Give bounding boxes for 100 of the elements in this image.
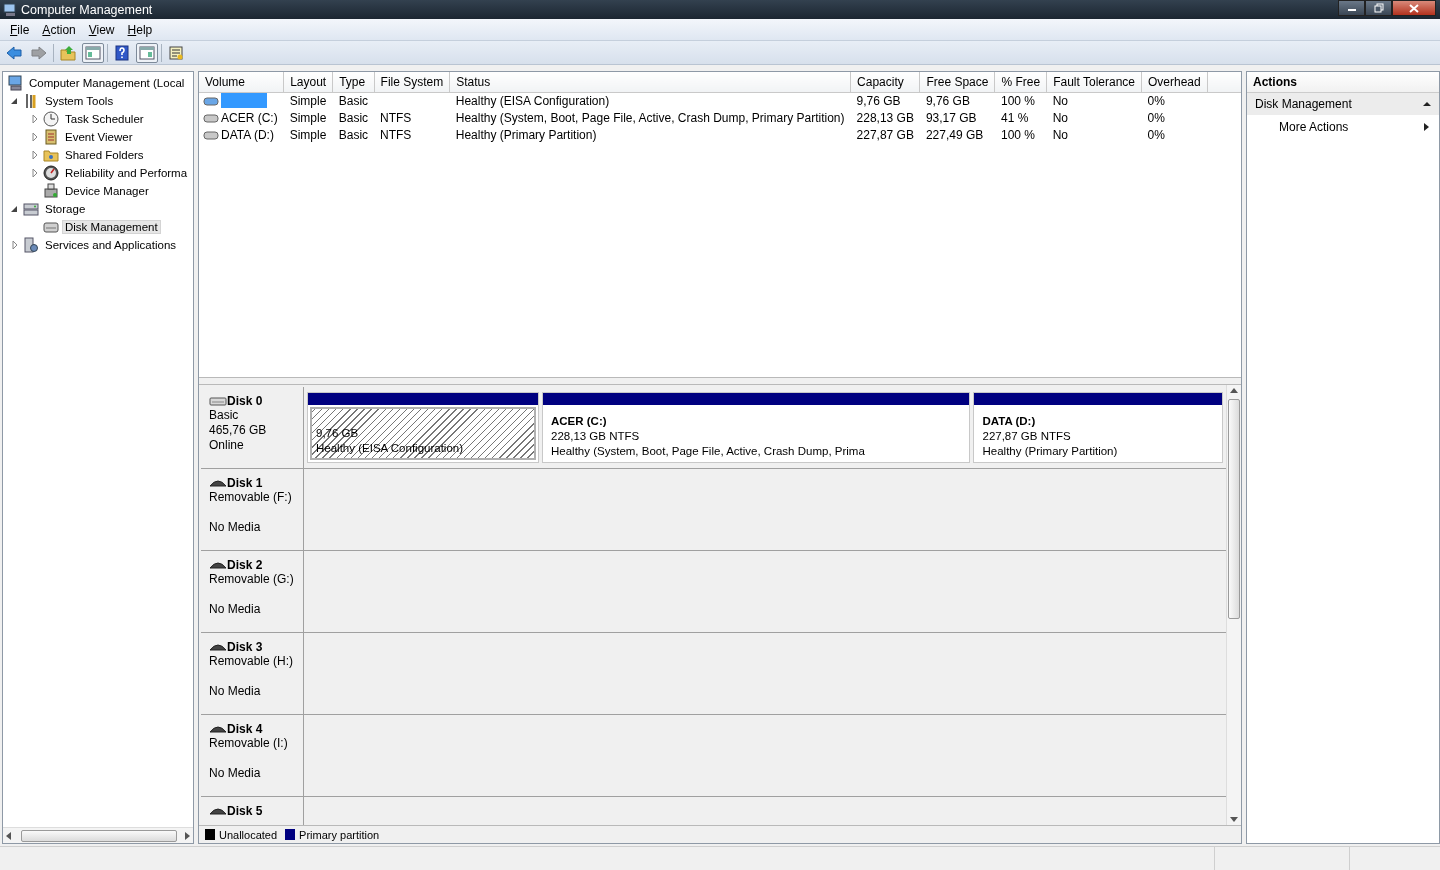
partition-name: DATA (D:): [982, 414, 1037, 429]
computer-icon: [7, 75, 23, 91]
scroll-up-arrow-icon[interactable]: [1230, 388, 1238, 393]
close-button[interactable]: [1392, 0, 1436, 16]
table-cell-text: 228,13 GB: [855, 109, 915, 126]
column-header[interactable]: Volume: [199, 72, 284, 92]
table-cell: Simple: [283, 92, 333, 109]
tree-item[interactable]: Task Scheduler: [62, 112, 147, 126]
table-cell-text: 0%: [1146, 126, 1166, 143]
partition-size: 228,13 GB NTFS: [551, 429, 641, 444]
restore-icon[interactable]: [1373, 3, 1384, 13]
menu-item[interactable]: Help: [121, 20, 159, 39]
collapse-arrow-icon[interactable]: [1423, 101, 1431, 107]
action-section[interactable]: Disk Management: [1247, 93, 1439, 115]
scroll-left-arrow-icon[interactable]: [6, 831, 11, 840]
table-cell: ACER (C:): [221, 110, 278, 125]
table-cell-text: 227,87 GB: [855, 126, 915, 143]
removable-drive-icon: [209, 724, 227, 734]
tree-item[interactable]: Shared Folders: [62, 148, 147, 162]
services-icon: [23, 237, 39, 253]
column-header[interactable]: Capacity: [850, 72, 920, 92]
forward-arrow-icon: [31, 44, 47, 61]
disk-name: Disk 0: [227, 394, 263, 408]
tree-item[interactable]: Disk Management: [62, 220, 161, 234]
removable-drive-icon: [209, 560, 227, 570]
column-header[interactable]: Overhead: [1141, 72, 1208, 92]
horizontal-scrollbar[interactable]: [3, 827, 193, 843]
panel-icon: [85, 44, 101, 61]
partition-size: 9,76 GB: [316, 426, 360, 441]
table-cell-text: Simple: [288, 126, 328, 143]
disk-status: No Media: [209, 766, 262, 781]
tree-item[interactable]: Computer Management (Local: [26, 76, 188, 90]
disk-type: Removable (I:): [209, 736, 289, 751]
column-header[interactable]: % Free: [994, 72, 1047, 92]
drive-icon: [203, 94, 219, 107]
column-header[interactable]: Status: [449, 72, 851, 92]
partition-size: 227,87 GB NTFS: [982, 429, 1072, 444]
table-cell: No: [1046, 92, 1142, 109]
folder-up-icon: [60, 44, 76, 61]
column-header[interactable]: Layout: [283, 72, 333, 92]
scroll-right-arrow-icon[interactable]: [185, 831, 190, 840]
partition-name: ACER (C:): [551, 414, 608, 429]
disk-type: Removable (G:): [209, 572, 295, 587]
toolbar-button[interactable]: [136, 42, 158, 63]
partition-status: Healthy (System, Boot, Page File, Active, Crash Dump, Prima: [551, 444, 866, 459]
disk-name: Disk 5: [227, 804, 263, 818]
vertical-scrollbar[interactable]: [1226, 385, 1241, 825]
tree-item[interactable]: Reliability and Performa: [62, 166, 191, 180]
log-icon: [43, 129, 59, 145]
tree-item[interactable]: System Tools: [42, 94, 117, 108]
tree-item[interactable]: Event Viewer: [62, 130, 136, 144]
tree-item[interactable]: Device Manager: [62, 184, 152, 198]
drive-icon: [203, 128, 219, 141]
tree-item[interactable]: Services and Applications: [42, 238, 180, 252]
panel-icon: [139, 44, 155, 61]
table-cell-text: 0%: [1146, 109, 1166, 126]
partition-status: Healthy (EISA Configuration): [316, 441, 465, 456]
disk-size: 465,76 GB: [209, 423, 268, 438]
table-cell-text: 93,17 GB: [924, 109, 978, 126]
disk-name: Disk 2: [227, 558, 263, 572]
menu-item[interactable]: View: [82, 20, 121, 39]
column-header[interactable]: Fault Tolerance: [1046, 72, 1142, 92]
table-cell-text: No: [1051, 126, 1069, 143]
partition-block[interactable]: ACER (C:) 228,13 GB NTFS Healthy (System, Boot, Page File, Active, Crash Dump, Prima: [542, 392, 971, 463]
gauge-icon: [43, 165, 59, 181]
menu-item[interactable]: File: [4, 20, 36, 39]
tree-item[interactable]: Storage: [42, 202, 89, 216]
table-cell: 9,76 GB: [850, 92, 920, 109]
action-item[interactable]: More Actions: [1247, 115, 1439, 139]
table-cell: Healthy (EISA Configuration): [449, 92, 851, 109]
close-icon[interactable]: [1409, 3, 1419, 13]
column-header[interactable]: File System: [374, 72, 450, 92]
table-cell-text: Healthy (Primary Partition): [454, 126, 598, 143]
minimize-button[interactable]: [1338, 0, 1365, 16]
submenu-arrow-icon: [1424, 123, 1429, 131]
scroll-down-arrow-icon[interactable]: [1230, 817, 1238, 822]
partition-status: Healthy (Primary Partition): [982, 444, 1119, 459]
column-header[interactable]: Type: [332, 72, 375, 92]
table-cell: 100 %: [994, 92, 1047, 109]
table-cell-text: NTFS: [379, 109, 413, 126]
table-cell-text: No: [1051, 109, 1069, 126]
restore-button[interactable]: [1365, 0, 1392, 16]
partition-block[interactable]: DATA (D:) 227,87 GB NTFS Healthy (Primary Partition): [973, 392, 1223, 463]
menu-item[interactable]: Action: [36, 20, 82, 39]
partition-block[interactable]: 9,76 GB Healthy (EISA Configuration): [307, 392, 539, 463]
disk-status: No Media: [209, 684, 262, 699]
legend-label: Primary partition: [299, 828, 380, 841]
toolbar-button[interactable]: [82, 42, 104, 63]
disk-type: Removable (H:): [209, 654, 295, 669]
properties-icon: [168, 44, 184, 61]
selection-highlight[interactable]: [221, 93, 267, 109]
drive-icon: [203, 111, 219, 124]
table-cell-text: Healthy (System, Boot, Page File, Active, Crash Dump, Primary Partition): [454, 109, 846, 126]
disk-status: No Media: [209, 520, 262, 535]
disk-name: Disk 4: [227, 722, 263, 736]
disk-type: Basic: [209, 408, 240, 423]
table-cell-text: NTFS: [379, 126, 413, 143]
table-cell-text: Simple: [288, 109, 328, 126]
help-icon: [114, 44, 130, 61]
column-header[interactable]: Free Space: [919, 72, 995, 92]
